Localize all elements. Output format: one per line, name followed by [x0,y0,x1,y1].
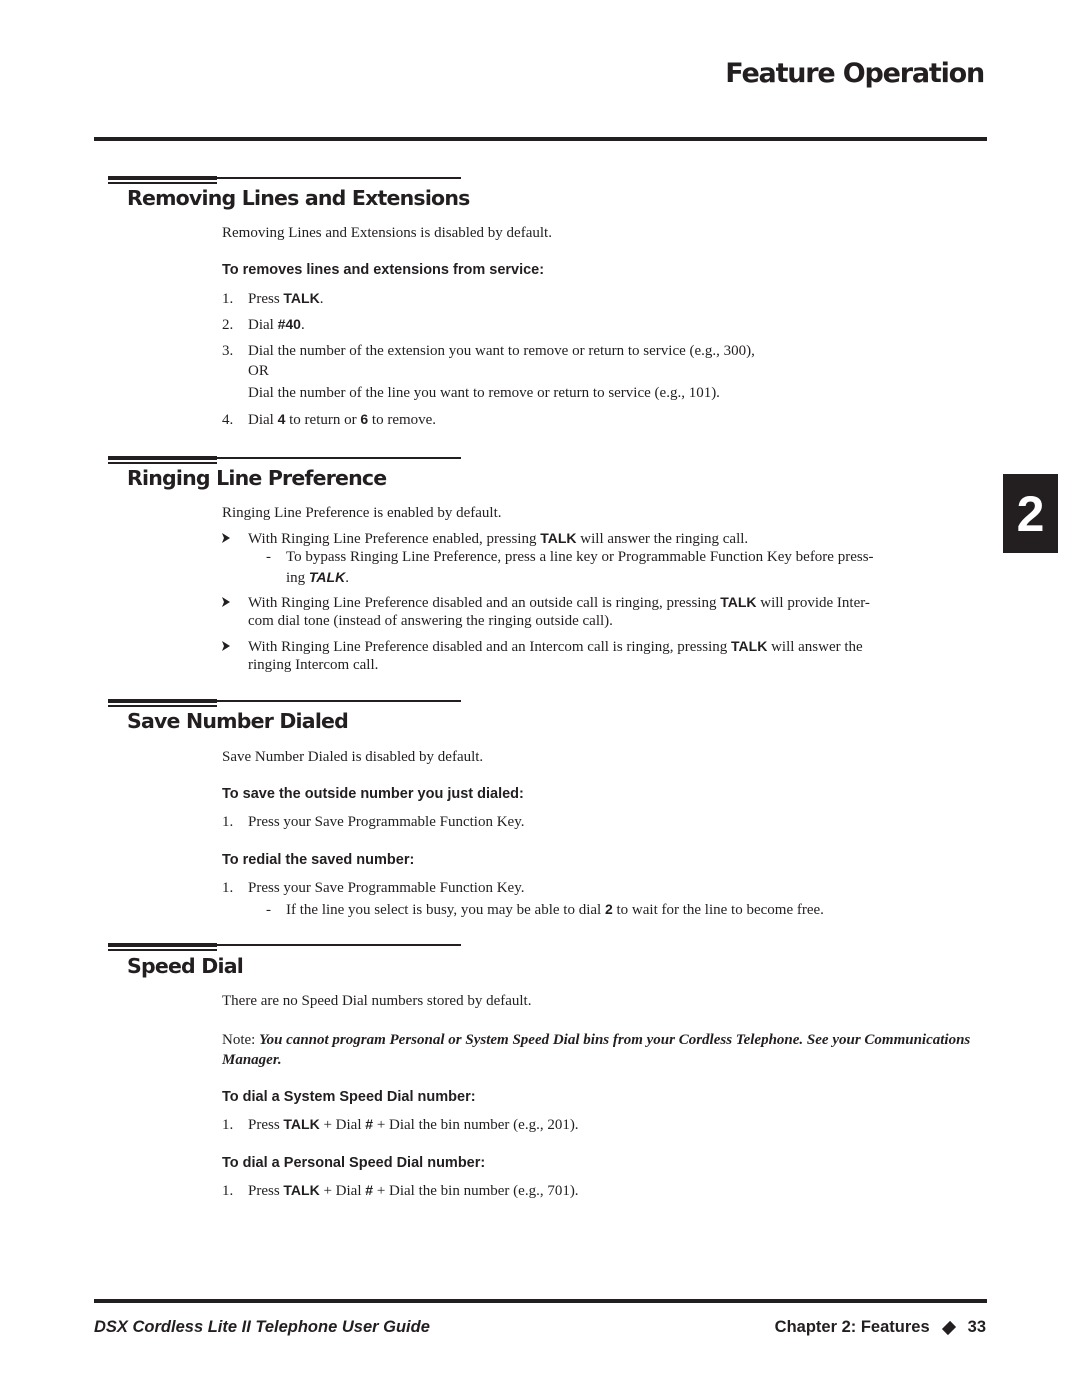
ringing-bullet-1: With Ringing Line Preference enabled, pr… [248,530,749,547]
ringing-bullet-1-sub: - To bypass Ringing Line Preference, pres… [266,549,874,565]
personal-speed-dial-heading: To dial a Personal Speed Dial number: [222,1155,486,1171]
section-title-speed-dial: Speed Dial [127,954,244,978]
removing-step-3: 3. Dial the number of the extension you w… [222,343,755,359]
footer-rule [94,1299,987,1303]
personal-speed-dial-step-1: 1. Press TALK + Dial # + Dial the bin num… [222,1182,579,1199]
removing-step-3-alt: Dial the number of the line you want to … [248,385,720,401]
diamond-icon [941,1320,956,1335]
page-title: Feature Operation [725,58,985,89]
save-intro: Save Number Dialed is disabled by defaul… [222,749,484,765]
ringing-bullet-2-cont: com dial tone (instead of answering the … [248,613,613,629]
ringing-bullet-2: With Ringing Line Preference disabled an… [248,594,870,611]
footer-chapter: Chapter 2: Features [774,1318,930,1336]
talk-key: TALK [283,290,320,306]
ringing-bullet-1-sub-cont: ing TALK. [286,569,349,586]
chapter-tab: 2 [1003,474,1058,553]
ringing-bullet-3-cont: ringing Intercom call. [248,657,379,673]
removing-procedure-heading: To removes lines and extensions from ser… [222,262,545,278]
chapter-tab-number: 2 [1016,485,1045,542]
section-title-removing-lines: Removing Lines and Extensions [127,186,470,210]
ringing-intro: Ringing Line Preference is enabled by de… [222,505,502,521]
redial-step-1-sub: - If the line you select is busy, you may… [266,901,824,918]
redial-procedure-heading: To redial the saved number: [222,852,415,868]
ringing-bullet-3: With Ringing Line Preference disabled an… [248,638,863,655]
save-procedure-heading: To save the outside number you just dial… [222,786,524,802]
system-speed-dial-heading: To dial a System Speed Dial number: [222,1089,476,1105]
removing-step-3-or: OR [248,363,269,379]
section-title-save-number-dialed: Save Number Dialed [127,709,349,733]
removing-step-4: 4. Dial 4 to return or 6 to remove. [222,411,437,428]
redial-step-1: 1. Press your Save Programmable Function … [222,880,525,896]
section-rule [108,943,461,954]
section-title-ringing-line-preference: Ringing Line Preference [127,466,387,490]
speed-note: Note: You cannot program Personal or Sys… [222,1032,971,1068]
footer-chapter-info: Chapter 2: Features 33 [775,1318,986,1337]
save-step-1: 1. Press your Save Programmable Function … [222,814,525,830]
bullet-arrow-icon [222,641,230,651]
bullet-arrow-icon [222,597,230,607]
dial-code: #40 [277,316,301,332]
system-speed-dial-step-1: 1. Press TALK + Dial # + Dial the bin num… [222,1116,579,1133]
page-number: 33 [967,1318,986,1336]
removing-step-1: 1. Press TALK. [222,290,324,307]
speed-intro: There are no Speed Dial numbers stored b… [222,993,532,1009]
removing-step-2: 2. Dial #40. [222,316,305,333]
footer-guide-title: DSX Cordless Lite II Telephone User Guid… [94,1318,430,1336]
bullet-arrow-icon [222,533,230,543]
removing-intro: Removing Lines and Extensions is disable… [222,225,552,241]
header-rule [94,137,987,141]
